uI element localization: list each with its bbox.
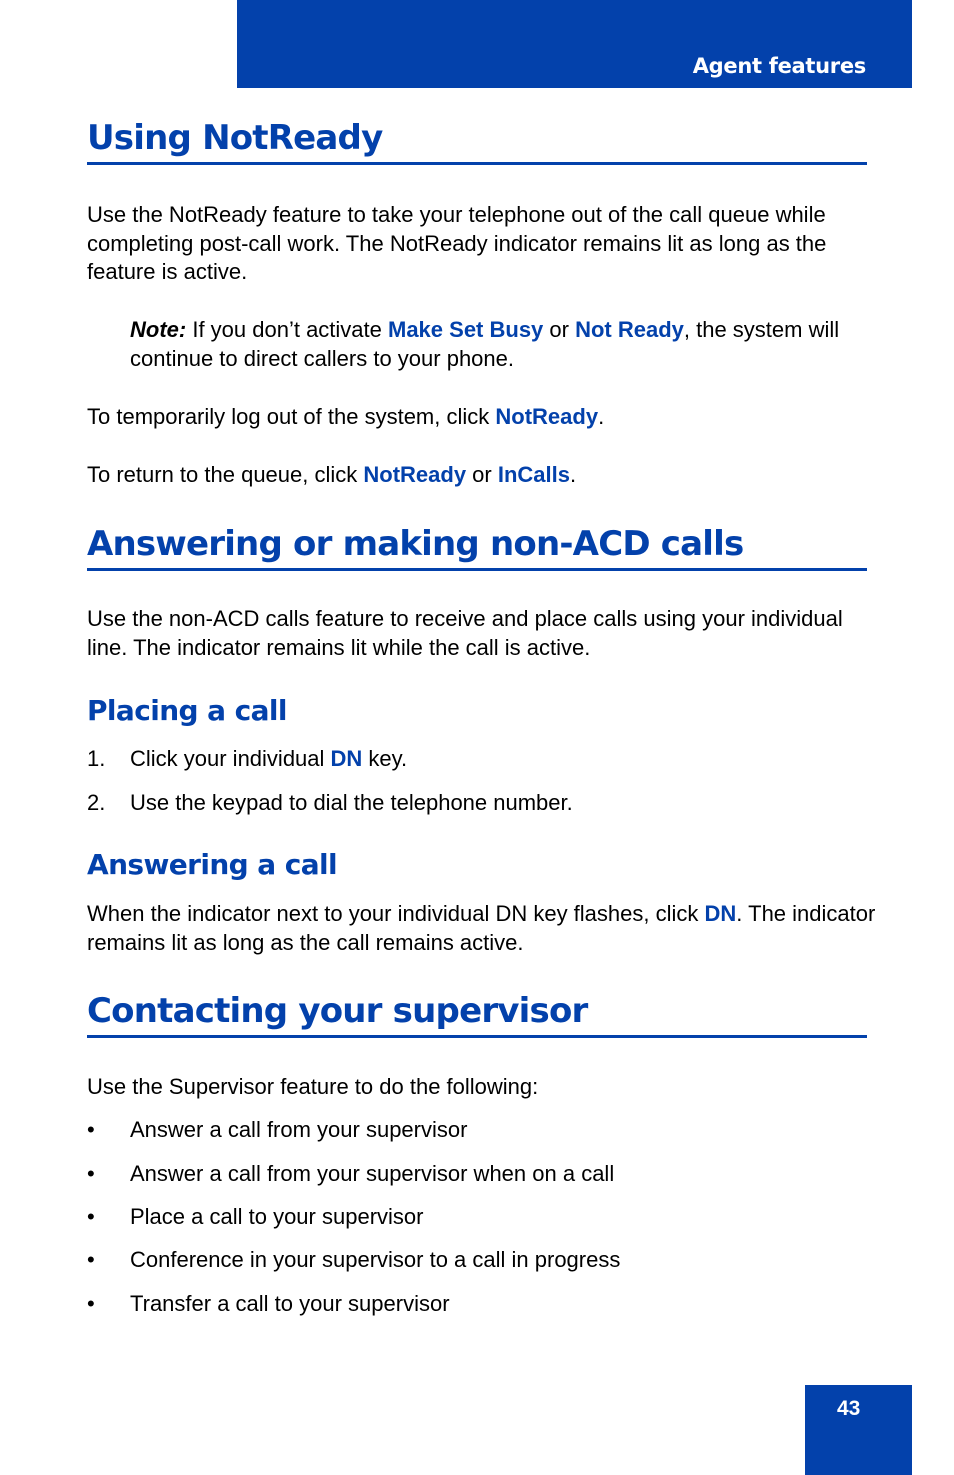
step-text: Use the keypad to dial the telephone num… — [130, 790, 573, 815]
page-number: 43 — [837, 1397, 861, 1420]
heading-placing-a-call: Placing a call — [87, 694, 287, 727]
bullet-text: Transfer a call to your supervisor — [130, 1291, 450, 1316]
step-text-part: key. — [362, 746, 408, 771]
bullet-text: Conference in your supervisor to a call … — [130, 1247, 621, 1272]
note-text: If you don’t activate — [186, 317, 388, 342]
step-number: 2. — [87, 790, 106, 815]
keyword-notready: NotReady — [363, 462, 467, 487]
keyword-dn: DN — [704, 901, 737, 926]
notready-intro: Use the NotReady feature to take your te… — [87, 202, 827, 284]
instruction-text: . — [570, 462, 577, 487]
keyword-dn: DN — [330, 746, 363, 771]
section-header-title: Agent features — [692, 54, 867, 78]
page-number-box: 43 — [805, 1385, 912, 1475]
step-text-part: Click your individual — [130, 746, 331, 771]
instruction-text: or — [466, 462, 498, 487]
instruction-text: . — [598, 404, 605, 429]
return-instruction: To return to the queue, click NotReady o… — [87, 461, 877, 490]
logout-instruction: To temporarily log out of the system, cl… — [87, 403, 877, 432]
bullet-icon: • — [87, 1161, 95, 1186]
bullet-text: Answer a call from your supervisor — [130, 1117, 468, 1142]
instruction-text: To return to the queue, click — [87, 462, 364, 487]
supervisor-intro: Use the Supervisor feature to do the fol… — [87, 1074, 539, 1099]
bullet-text: Place a call to your supervisor — [130, 1204, 424, 1229]
header-band: Agent features — [237, 0, 912, 88]
heading-answering-a-call: Answering a call — [87, 848, 338, 881]
bullet-text: Answer a call from your supervisor when … — [130, 1161, 615, 1186]
heading-non-acd-calls: Answering or making non-ACD calls — [87, 524, 867, 571]
instruction-text: To temporarily log out of the system, cl… — [87, 404, 496, 429]
non-acd-intro: Use the non-ACD calls feature to receive… — [87, 606, 843, 660]
bullet-icon: • — [87, 1117, 95, 1142]
step-number: 1. — [87, 746, 106, 771]
keyword-incalls: InCalls — [497, 462, 570, 487]
keyword-make-set-busy: Make Set Busy — [388, 317, 544, 342]
note-text: or — [543, 317, 576, 342]
keyword-not-ready: Not Ready — [575, 317, 684, 342]
bullet-icon: • — [87, 1247, 95, 1272]
bullet-icon: • — [87, 1204, 95, 1229]
bullet-icon: • — [87, 1291, 95, 1316]
heading-using-notready: Using NotReady — [87, 118, 867, 165]
heading-contacting-supervisor: Contacting your supervisor — [87, 991, 867, 1038]
instruction-text: When the indicator next to your individu… — [87, 901, 705, 926]
step-text: Click your individual DN key. — [130, 745, 407, 773]
notready-note: Note: If you don’t activate Make Set Bus… — [130, 316, 890, 373]
note-label: Note: — [130, 317, 187, 342]
answering-instruction: When the indicator next to your individu… — [87, 900, 877, 957]
keyword-notready: NotReady — [495, 404, 599, 429]
